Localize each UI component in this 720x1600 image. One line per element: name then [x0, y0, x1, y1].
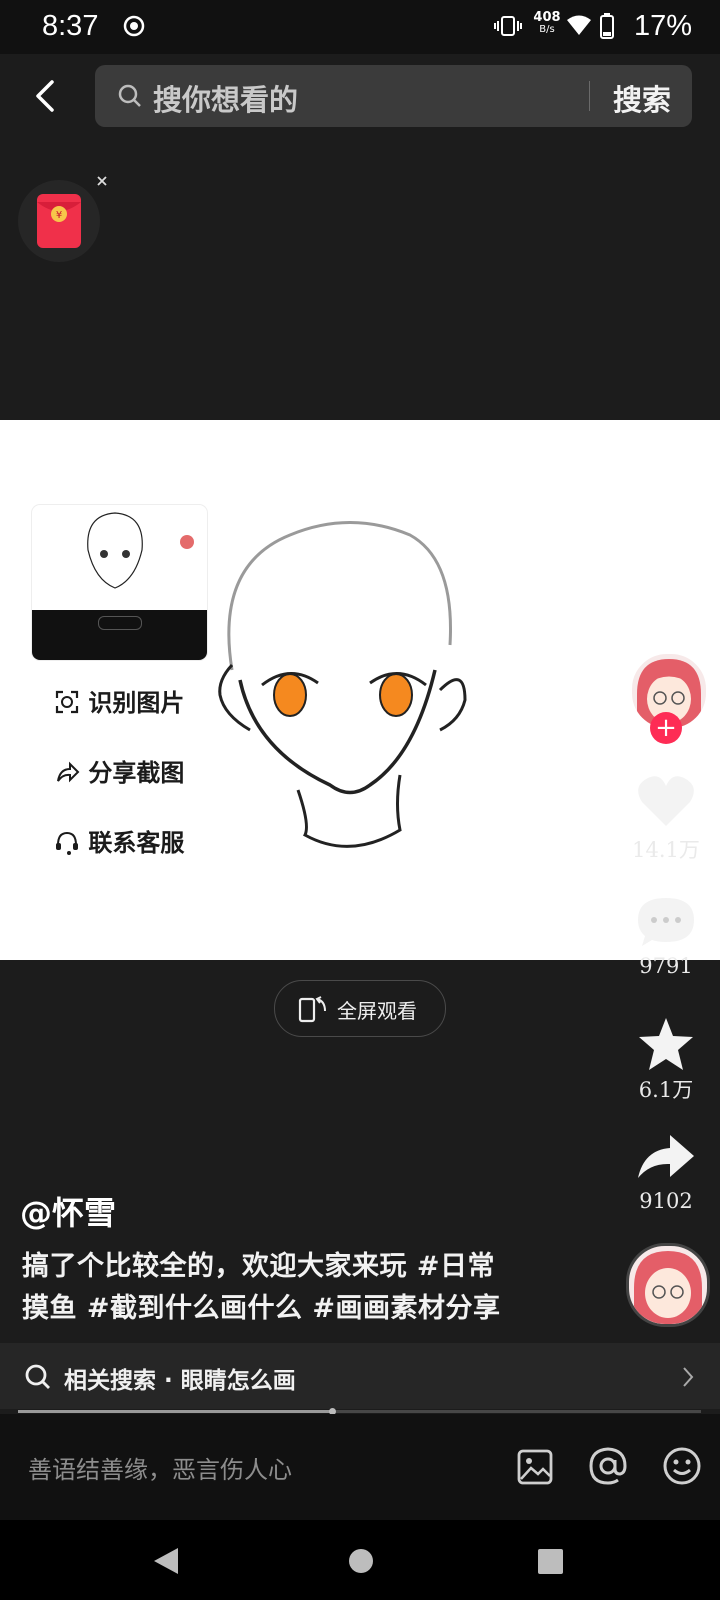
- share-count: 9102: [639, 1189, 693, 1213]
- share-icon: [57, 761, 80, 783]
- image-icon[interactable]: [516, 1448, 554, 1486]
- share-screenshot-label: 分享截图: [88, 759, 185, 787]
- identify-image-item[interactable]: 识别图片: [54, 683, 184, 718]
- progress-fill: [18, 1410, 333, 1413]
- thumbnail-pill: [98, 616, 142, 630]
- contact-support-item[interactable]: 联系客服: [54, 823, 184, 858]
- search-icon: [118, 84, 141, 107]
- fullscreen-button[interactable]: 全屏观看: [274, 980, 446, 1037]
- nav-home-icon[interactable]: [348, 1548, 374, 1574]
- music-disc[interactable]: [626, 1243, 710, 1327]
- share-screenshot-item[interactable]: 分享截图: [54, 753, 184, 788]
- comment-bar: 善语结善缘，恶言伤人心: [0, 1414, 720, 1520]
- close-icon[interactable]: [96, 175, 108, 187]
- face-sketch: [218, 521, 467, 848]
- contact-support-label: 联系客服: [88, 829, 185, 857]
- nav-back-icon[interactable]: [152, 1546, 180, 1576]
- favorite-count: 6.1万: [638, 1078, 694, 1102]
- red-envelope-icon: ¥: [37, 194, 81, 248]
- rotate-phone-icon: [298, 996, 326, 1023]
- headset-icon: [56, 831, 78, 855]
- search-input[interactable]: 搜你想看的: [153, 77, 298, 119]
- scan-icon: [55, 690, 79, 714]
- music-disc-image: [634, 1251, 702, 1324]
- comment-icon[interactable]: [636, 894, 696, 950]
- video-progress[interactable]: [18, 1408, 701, 1415]
- svg-text:¥: ¥: [56, 210, 62, 221]
- description-line-2: 摸鱼 #截到什么画什么 #画画素材分享: [22, 1293, 501, 1324]
- clock: 8:37: [42, 10, 99, 42]
- fullscreen-label: 全屏观看: [337, 999, 417, 1023]
- thumbnail-avatar: [180, 535, 194, 549]
- related-search-bar[interactable]: 相关搜索 · 眼睛怎么画: [0, 1343, 720, 1409]
- navigation-bar: [0, 1520, 720, 1600]
- divider: [589, 81, 590, 111]
- back-icon[interactable]: [30, 78, 60, 114]
- related-search-label: 相关搜索 · 眼睛怎么画: [64, 1368, 296, 1394]
- chevron-right-icon: [683, 1367, 694, 1387]
- thumbnail-footer: [32, 610, 207, 660]
- heart-icon[interactable]: [636, 772, 696, 828]
- follow-button[interactable]: +: [650, 712, 682, 744]
- net-speed: 408 B/s: [533, 10, 561, 35]
- search-icon: [25, 1364, 50, 1389]
- thumbnail-sketch: [87, 512, 143, 589]
- battery-percent: 17%: [633, 10, 692, 42]
- status-bar: 8:37 408 B/s 17%: [0, 0, 720, 54]
- search-button[interactable]: 搜索: [613, 77, 671, 119]
- search-bar[interactable]: 搜你想看的 搜索: [95, 65, 692, 127]
- description-line-1: 搞了个比较全的，欢迎大家来玩 #日常: [22, 1251, 496, 1282]
- wifi-icon: [567, 15, 591, 35]
- like-count: 14.1万: [632, 838, 700, 862]
- red-packet-widget[interactable]: ¥: [18, 180, 100, 262]
- comment-input[interactable]: 善语结善缘，恶言伤人心: [28, 1450, 292, 1485]
- comment-count: 9791: [639, 954, 693, 978]
- screenshot-thumbnail[interactable]: [32, 505, 207, 660]
- star-icon[interactable]: [636, 1016, 696, 1072]
- nav-recents-icon[interactable]: [538, 1549, 563, 1574]
- record-icon: [123, 15, 145, 37]
- emoji-icon[interactable]: [662, 1446, 702, 1486]
- battery-icon: [600, 13, 614, 39]
- video-frame[interactable]: 识别图片 分享截图 联系客服: [0, 420, 720, 960]
- vibrate-icon: [494, 16, 522, 36]
- author-name[interactable]: @怀雪: [20, 1188, 116, 1234]
- mention-icon[interactable]: [588, 1446, 628, 1486]
- share-arrow-icon[interactable]: [636, 1132, 696, 1184]
- identify-image-label: 识别图片: [88, 689, 185, 717]
